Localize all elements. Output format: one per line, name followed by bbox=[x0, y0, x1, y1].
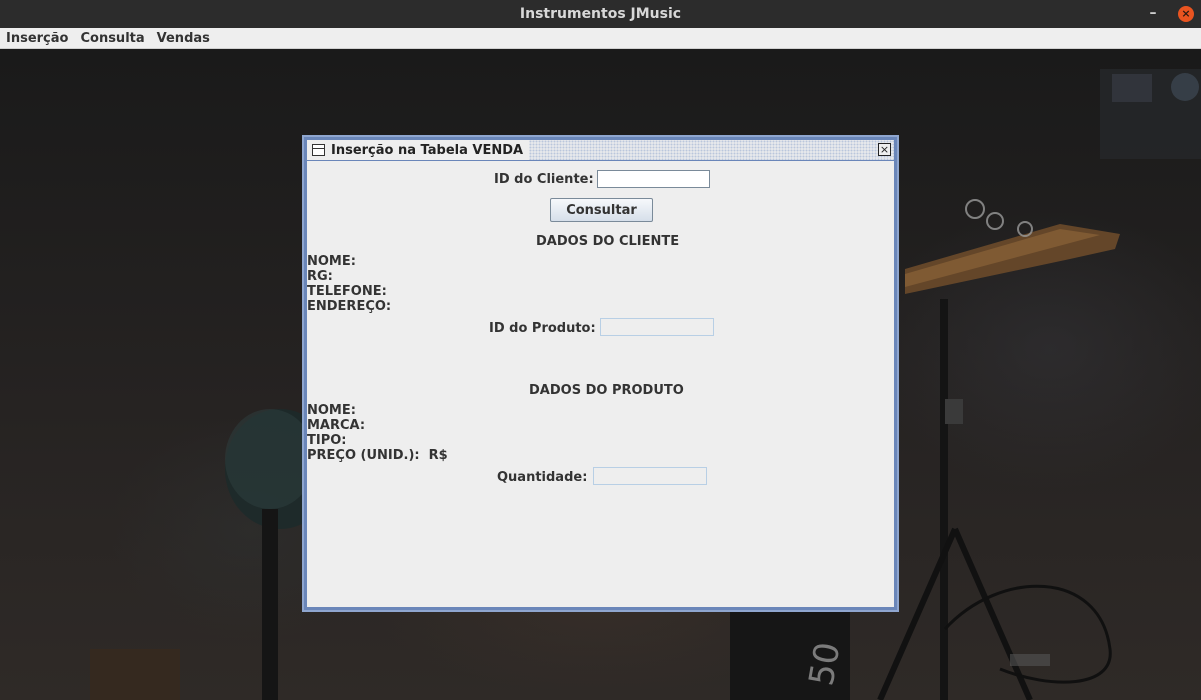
minimize-icon[interactable]: – bbox=[1146, 6, 1160, 20]
menu-vendas[interactable]: Vendas bbox=[151, 31, 216, 46]
produto-tipo-label: TIPO: bbox=[307, 433, 347, 448]
insert-venda-dialog: Inserção na Tabela VENDA × ID do Cliente… bbox=[302, 135, 899, 612]
produto-preco-label: PREÇO (UNID.): R$ bbox=[307, 448, 448, 463]
produto-marca-label: MARCA: bbox=[307, 418, 366, 433]
close-icon[interactable]: × bbox=[878, 143, 891, 156]
cliente-endereco-label: ENDEREÇO: bbox=[307, 299, 392, 314]
menu-bar: Inserção Consulta Vendas bbox=[0, 28, 1201, 49]
quantidade-input[interactable] bbox=[593, 467, 707, 485]
quantidade-label: Quantidade: bbox=[497, 470, 588, 485]
dialog-title-wrap: Inserção na Tabela VENDA bbox=[307, 140, 530, 160]
svg-text:50: 50 bbox=[802, 639, 849, 689]
cliente-rg-label: RG: bbox=[307, 269, 333, 284]
app-titlebar: Instrumentos JMusic – × bbox=[0, 0, 1201, 28]
consultar-button[interactable]: Consultar bbox=[550, 198, 653, 222]
menu-consulta[interactable]: Consulta bbox=[74, 31, 150, 46]
close-icon[interactable]: × bbox=[1178, 6, 1194, 22]
dialog-title: Inserção na Tabela VENDA bbox=[331, 142, 524, 158]
window-icon bbox=[312, 144, 325, 156]
id-cliente-label: ID do Cliente: bbox=[494, 172, 594, 187]
cliente-telefone-label: TELEFONE: bbox=[307, 284, 387, 299]
dialog-titlebar[interactable]: Inserção na Tabela VENDA × bbox=[307, 140, 894, 160]
dialog-content: ID do Cliente: Consultar DADOS DO CLIENT… bbox=[307, 161, 894, 607]
id-cliente-input[interactable] bbox=[597, 170, 710, 188]
id-produto-label: ID do Produto: bbox=[489, 321, 596, 336]
dados-cliente-heading: DADOS DO CLIENTE bbox=[536, 234, 680, 249]
dados-produto-heading: DADOS DO PRODUTO bbox=[529, 383, 684, 398]
cliente-nome-label: NOME: bbox=[307, 254, 356, 269]
id-produto-input[interactable] bbox=[600, 318, 714, 336]
menu-insercao[interactable]: Inserção bbox=[0, 31, 74, 46]
produto-nome-label: NOME: bbox=[307, 403, 356, 418]
app-title: Instrumentos JMusic bbox=[519, 6, 682, 22]
